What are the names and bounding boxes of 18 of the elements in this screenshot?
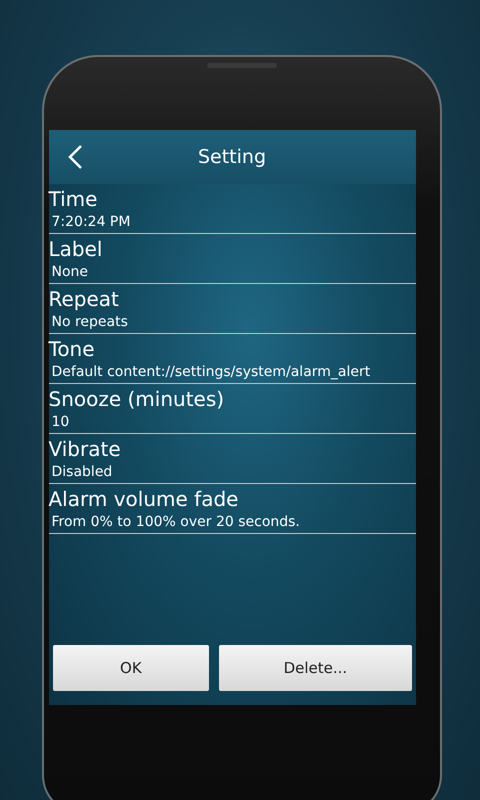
- setting-title[interactable]: Label: [48, 236, 416, 262]
- setting-title[interactable]: Repeat: [48, 286, 416, 312]
- setting-title[interactable]: Vibrate: [48, 436, 416, 462]
- screen-title: Setting: [198, 146, 266, 168]
- setting-title[interactable]: Alarm volume fade: [48, 486, 416, 512]
- setting-value: None: [50, 263, 90, 282]
- ok-button[interactable]: OK: [52, 645, 210, 691]
- back-icon[interactable]: [66, 144, 82, 170]
- setting-value: 7:20:24 PM: [50, 213, 132, 232]
- setting-title[interactable]: Tone: [48, 336, 416, 362]
- setting-value: No repeats: [50, 313, 129, 332]
- delete-button[interactable]: Delete...: [219, 645, 412, 691]
- setting-title[interactable]: Snooze (minutes): [48, 386, 416, 412]
- setting-value: Disabled: [50, 463, 114, 482]
- setting-title[interactable]: Time: [48, 186, 416, 212]
- setting-value: From 0% to 100% over 20 seconds.: [50, 513, 301, 532]
- setting-value: Default content://settings/system/alarm_alert: [50, 363, 372, 382]
- setting-value: 10: [50, 413, 70, 432]
